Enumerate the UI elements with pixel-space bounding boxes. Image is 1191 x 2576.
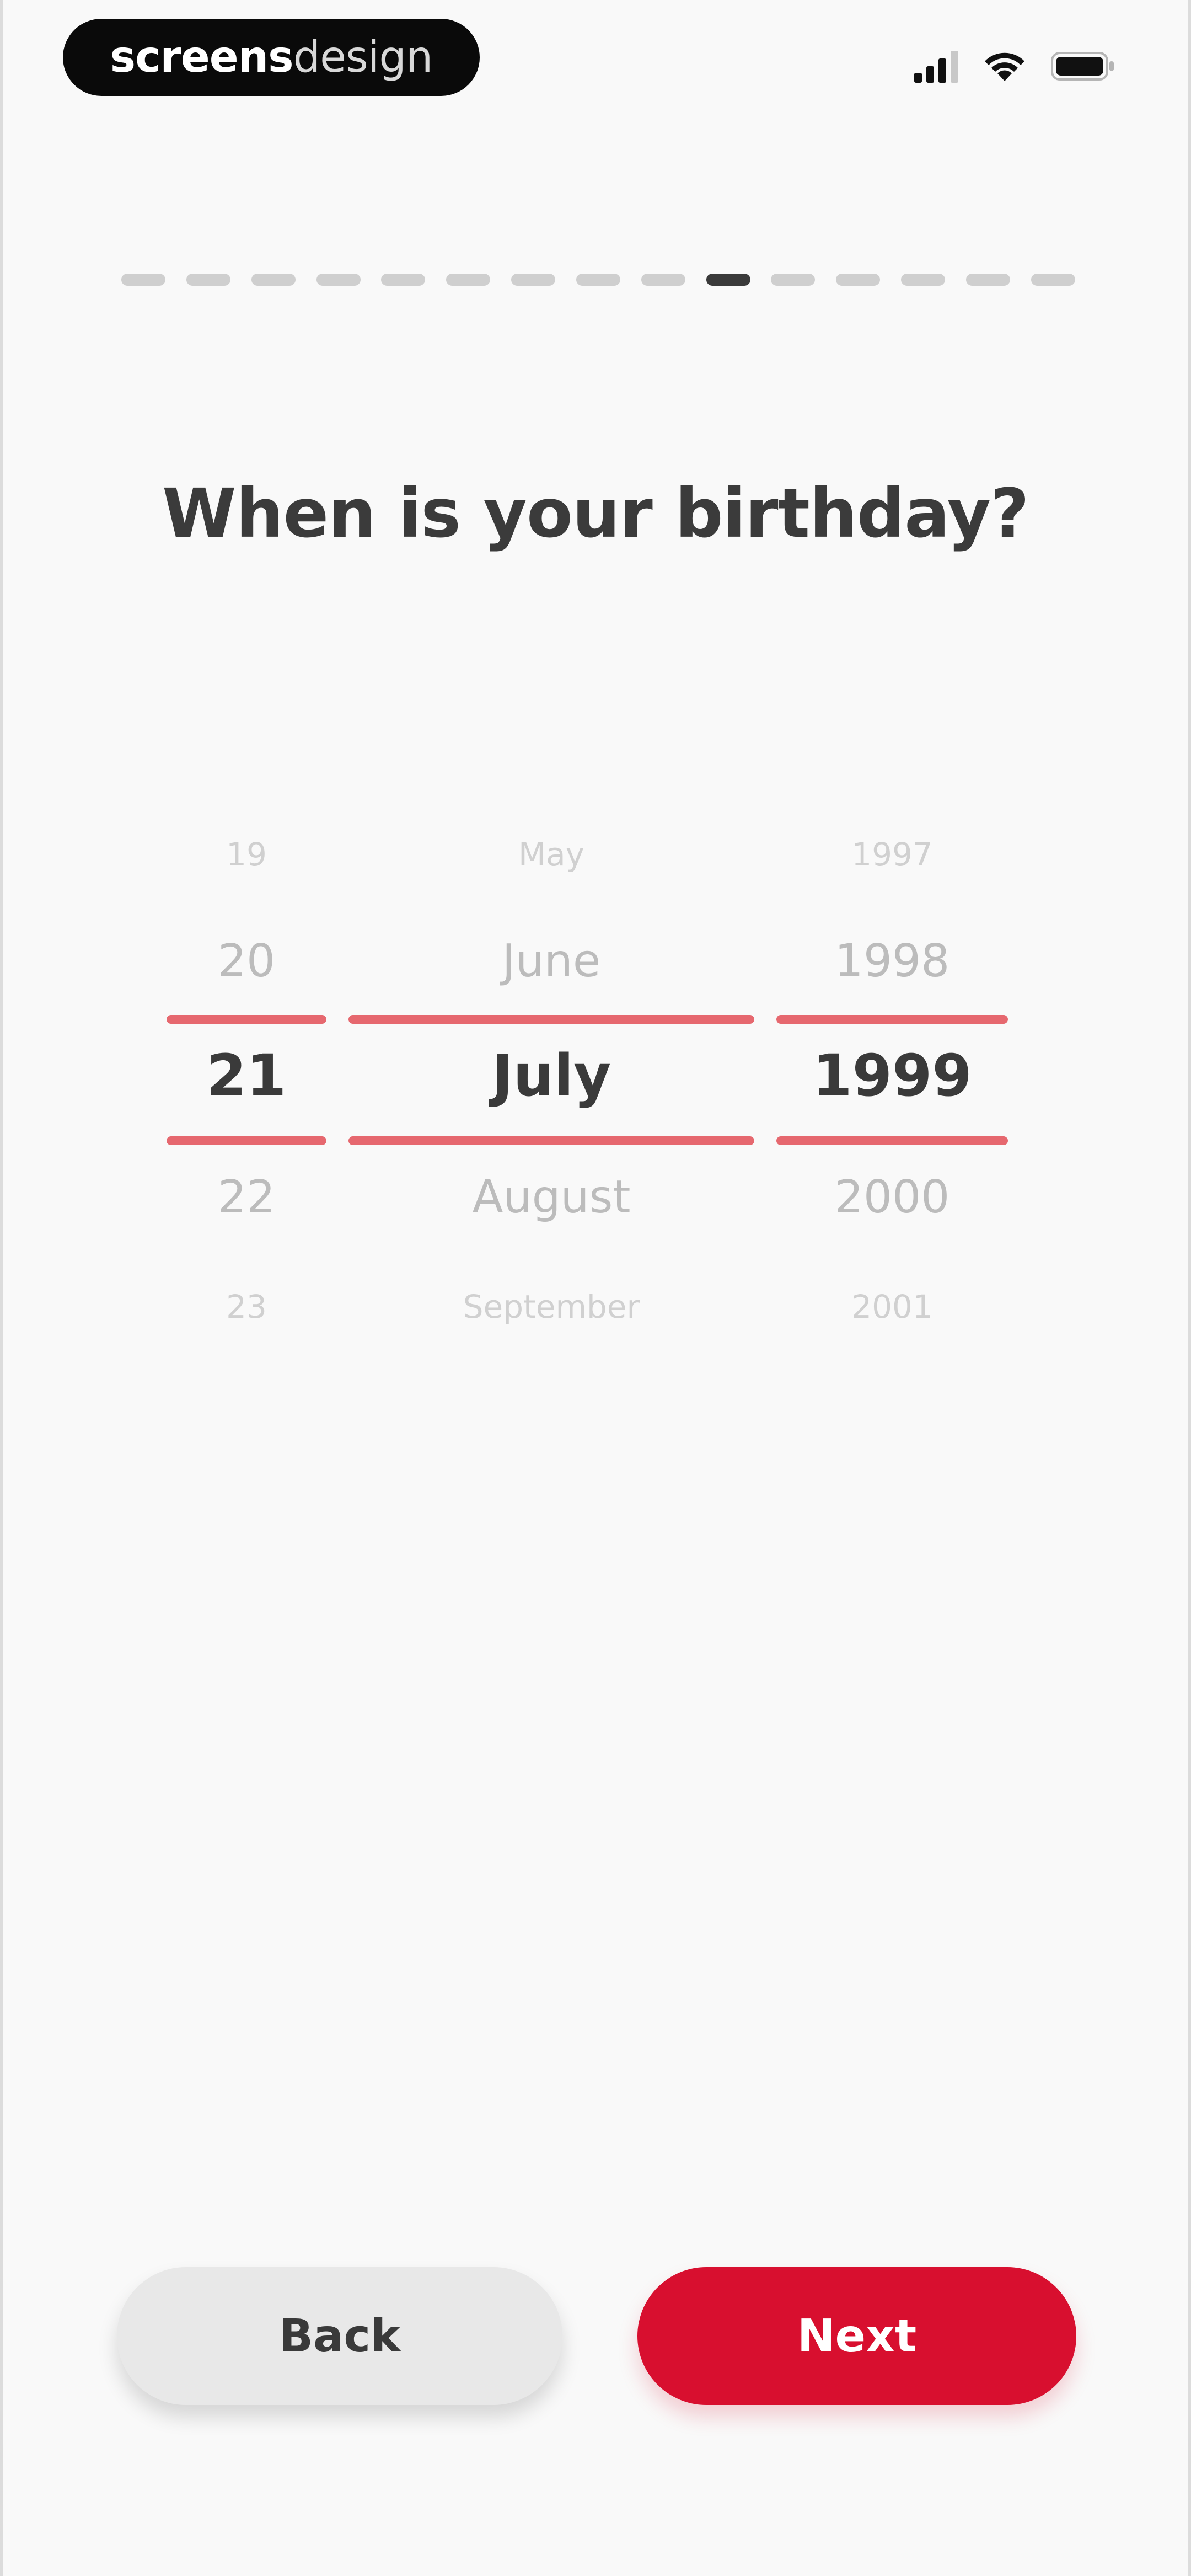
progress-step: [771, 274, 816, 286]
month-selection-line-bottom: [348, 1136, 754, 1145]
progress-step: [446, 274, 491, 286]
month-option[interactable]: September: [348, 1291, 754, 1323]
next-button[interactable]: Next: [637, 2267, 1076, 2405]
month-option[interactable]: June: [348, 939, 754, 984]
progress-step: [836, 274, 881, 286]
progress-step: [901, 274, 946, 286]
year-option[interactable]: 1997: [776, 838, 1008, 870]
day-selection-line-top: [167, 1015, 326, 1024]
year-picker-wheel[interactable]: 1997 1998 1999 2000 2001: [776, 816, 1008, 1346]
brand-logo: screens design: [63, 19, 480, 96]
month-picker-wheel[interactable]: May June July August September: [348, 816, 754, 1346]
battery-icon: [1051, 51, 1116, 82]
progress-step: [186, 274, 230, 286]
page-title: When is your birthday?: [162, 474, 1029, 553]
month-option[interactable]: May: [348, 838, 754, 870]
progress-step: [511, 274, 556, 286]
day-selection-line-bottom: [167, 1136, 326, 1145]
progress-step: [641, 274, 685, 286]
status-icons: [914, 44, 1116, 88]
cellular-signal-icon: [914, 50, 958, 83]
year-option[interactable]: 2000: [776, 1175, 1008, 1220]
month-selected-option[interactable]: July: [348, 1047, 754, 1104]
day-option[interactable]: 23: [167, 1291, 326, 1323]
progress-step: [965, 274, 1010, 286]
wifi-icon: [983, 49, 1027, 83]
back-button[interactable]: Back: [117, 2267, 562, 2405]
year-selected-option[interactable]: 1999: [776, 1047, 1008, 1104]
progress-step: [381, 274, 426, 286]
progress-step: [316, 274, 361, 286]
day-option[interactable]: 22: [167, 1175, 326, 1220]
year-selection-line-top: [776, 1015, 1008, 1024]
onboarding-progress-indicator: [121, 274, 1075, 286]
month-selection-line-top: [348, 1015, 754, 1024]
brand-logo-bold: screens: [110, 33, 294, 82]
progress-step: [1031, 274, 1075, 286]
progress-step: [251, 274, 296, 286]
brand-logo-light: design: [293, 33, 433, 82]
day-option[interactable]: 19: [167, 838, 326, 870]
app-screen: screens design When is your birthday? 19…: [0, 0, 1191, 2576]
year-option[interactable]: 1998: [776, 939, 1008, 984]
year-option[interactable]: 2001: [776, 1291, 1008, 1323]
progress-step: [576, 274, 620, 286]
day-selected-option[interactable]: 21: [167, 1047, 326, 1104]
progress-step-active: [706, 274, 750, 286]
year-selection-line-bottom: [776, 1136, 1008, 1145]
progress-step: [121, 274, 165, 286]
month-option[interactable]: August: [348, 1175, 754, 1220]
day-option[interactable]: 20: [167, 939, 326, 984]
day-picker-wheel[interactable]: 19 20 21 22 23: [167, 816, 326, 1346]
